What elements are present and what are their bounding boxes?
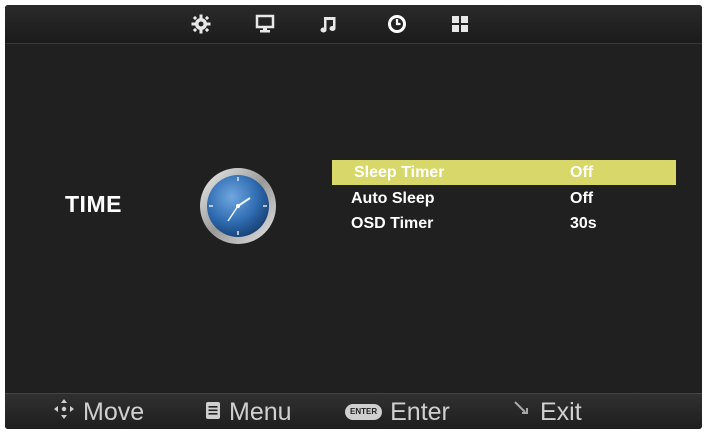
arrows-icon bbox=[53, 398, 75, 427]
category-bar bbox=[5, 5, 702, 44]
menu-item-sleep-timer[interactable]: Sleep Timer Off bbox=[332, 160, 676, 185]
help-move-label: Move bbox=[83, 397, 145, 426]
help-exit-label: Exit bbox=[540, 397, 582, 426]
help-menu: Menu bbox=[205, 397, 292, 427]
grid-icon[interactable] bbox=[446, 11, 474, 37]
exit-icon bbox=[510, 398, 532, 427]
help-menu-label: Menu bbox=[229, 397, 292, 426]
menu-icon bbox=[205, 398, 221, 427]
clock-icon[interactable] bbox=[383, 11, 411, 37]
menu-item-osd-timer[interactable]: OSD Timer 30s bbox=[332, 211, 676, 236]
help-exit: Exit bbox=[510, 397, 582, 427]
menu-item-label: Auto Sleep bbox=[351, 189, 435, 207]
enter-icon: ENTER bbox=[345, 404, 383, 420]
menu-item-label: OSD Timer bbox=[351, 214, 434, 232]
menu-item-label: Sleep Timer bbox=[354, 163, 445, 181]
clock-icon bbox=[198, 166, 278, 246]
section-title: TIME bbox=[65, 191, 122, 217]
gear-icon[interactable] bbox=[187, 11, 215, 37]
help-bar: Move Menu ENTER Enter Exit bbox=[5, 393, 702, 429]
help-move: Move bbox=[53, 397, 144, 427]
help-enter-label: Enter bbox=[390, 397, 450, 426]
monitor-icon[interactable] bbox=[251, 11, 279, 37]
menu-item-value: 30s bbox=[570, 214, 597, 232]
osd-menu-window: TIME Sleep Timer Off Auto Sleep Off OSD … bbox=[5, 5, 702, 429]
music-note-icon[interactable] bbox=[315, 11, 343, 37]
menu-item-value: Off bbox=[570, 189, 594, 207]
menu-item-value: Off bbox=[570, 163, 594, 181]
menu-item-auto-sleep[interactable]: Auto Sleep Off bbox=[332, 186, 676, 211]
enter-icon-text: ENTER bbox=[350, 407, 378, 416]
help-enter: ENTER Enter bbox=[345, 397, 450, 427]
